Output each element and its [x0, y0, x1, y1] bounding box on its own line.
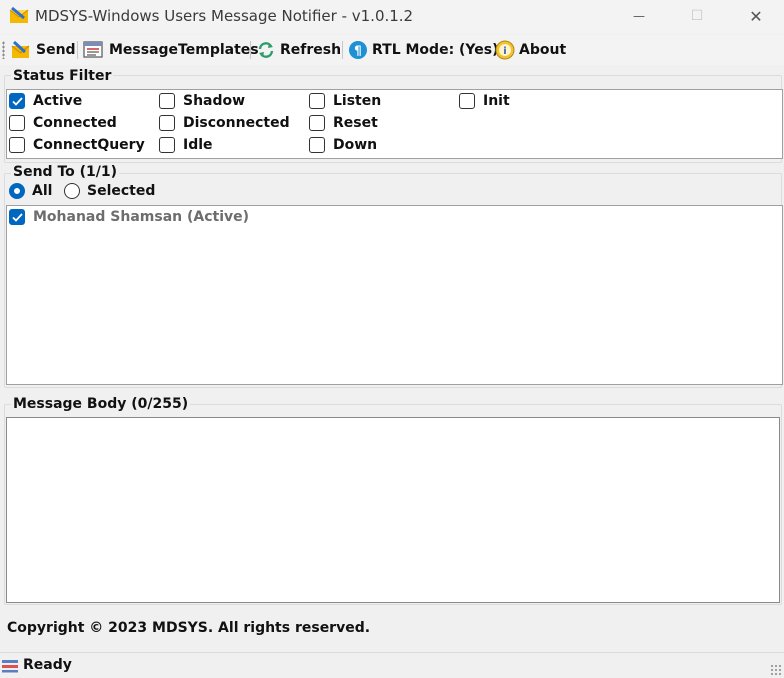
app-envelope-icon — [9, 6, 29, 23]
send-to-all-radio[interactable]: All — [9, 183, 52, 199]
send-label: Send — [36, 42, 76, 58]
rtl-mode-label: RTL Mode: (Yes) — [372, 42, 499, 58]
filter-connectquery-checkbox[interactable]: ConnectQuery — [9, 137, 145, 153]
rtl-mode-button[interactable]: ¶ RTL Mode: (Yes) — [348, 39, 499, 61]
about-label: About — [519, 42, 567, 58]
rtl-paragraph-icon: ¶ — [349, 41, 367, 59]
user-list-item[interactable]: Mohanad Shamsan (Active) — [9, 209, 249, 225]
close-icon: ✕ — [749, 6, 763, 26]
refresh-label: Refresh — [280, 42, 342, 58]
maximize-button[interactable]: ☐ — [668, 0, 726, 32]
send-to-title: Send To (1/1) — [11, 164, 120, 180]
filter-connected-checkbox[interactable]: Connected — [9, 115, 117, 131]
message-body-title: Message Body (0/255) — [11, 396, 191, 412]
status-filter-title: Status Filter — [11, 68, 114, 84]
send-icon — [11, 40, 30, 58]
toolbar-grip[interactable] — [2, 41, 5, 59]
title-bar: MDSYS-Windows Users Message Notifier - v… — [0, 0, 784, 34]
templates-label: MessageTemplates — [109, 42, 259, 58]
refresh-icon — [258, 42, 274, 58]
filter-init-checkbox[interactable]: Init — [459, 93, 510, 109]
send-to-selected-radio[interactable]: Selected — [64, 183, 155, 199]
info-icon: i — [495, 40, 515, 60]
checkbox-checked — [9, 93, 25, 109]
toolbar: Send MessageTemplates Refresh ¶ RTL Mode… — [0, 35, 784, 65]
maximize-icon: ☐ — [690, 8, 704, 24]
window-title: MDSYS-Windows Users Message Notifier - v… — [35, 7, 414, 25]
svg-text:i: i — [503, 46, 506, 57]
checkbox-checked — [9, 209, 25, 225]
filter-down-checkbox[interactable]: Down — [309, 137, 377, 153]
copyright-text: Copyright © 2023 MDSYS. All rights reser… — [7, 620, 371, 636]
templates-icon — [83, 41, 103, 58]
message-body-textarea[interactable] — [6, 417, 780, 603]
filter-active-checkbox[interactable]: Active — [9, 93, 82, 109]
filter-reset-checkbox[interactable]: Reset — [309, 115, 378, 131]
status-list-icon — [2, 660, 18, 673]
resize-grip[interactable] — [770, 664, 782, 676]
filter-shadow-checkbox[interactable]: Shadow — [159, 93, 245, 109]
send-button[interactable]: Send — [10, 39, 76, 61]
status-filter-panel: Active Shadow Listen Init Connected Disc… — [6, 89, 783, 159]
status-bar: Ready — [0, 652, 784, 678]
refresh-button[interactable]: Refresh — [256, 39, 341, 61]
svg-text:¶: ¶ — [354, 44, 362, 58]
about-button[interactable]: i About — [495, 39, 566, 61]
filter-listen-checkbox[interactable]: Listen — [309, 93, 381, 109]
close-button[interactable]: ✕ — [727, 0, 784, 32]
minimize-icon: — — [633, 9, 645, 23]
users-list[interactable]: Mohanad Shamsan (Active) — [6, 205, 783, 385]
radio-checked — [9, 183, 25, 199]
message-templates-button[interactable]: MessageTemplates — [83, 39, 259, 61]
minimize-button[interactable]: — — [610, 0, 668, 32]
filter-disconnected-checkbox[interactable]: Disconnected — [159, 115, 290, 131]
status-text: Ready — [23, 657, 72, 673]
filter-idle-checkbox[interactable]: Idle — [159, 137, 213, 153]
